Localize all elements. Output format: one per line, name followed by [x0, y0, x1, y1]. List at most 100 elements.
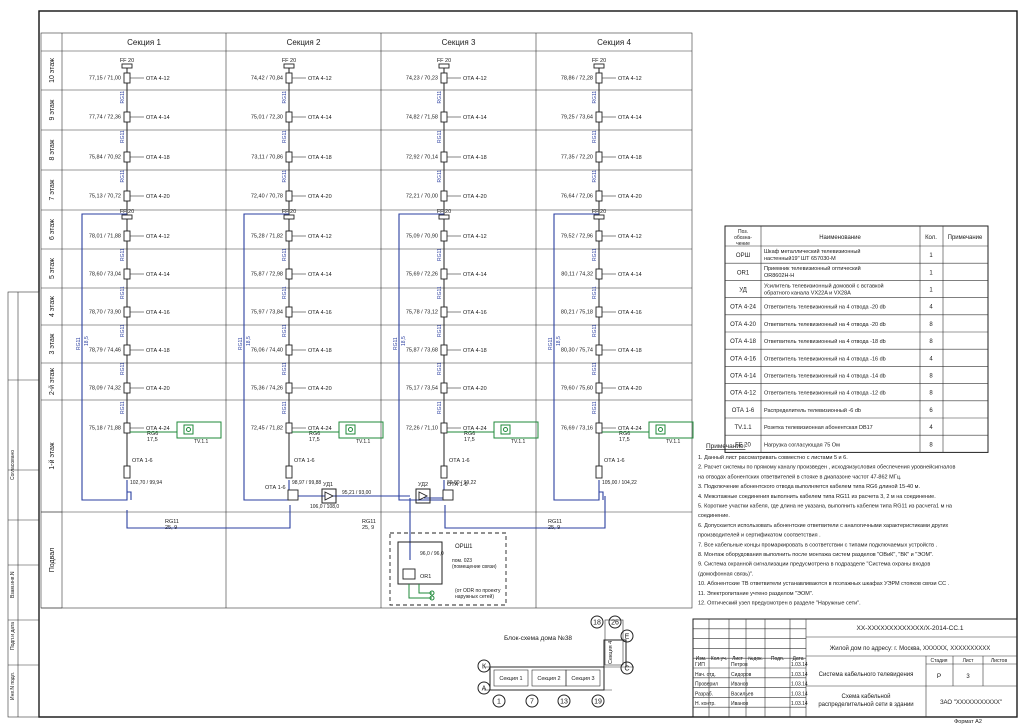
- floor-label: 3 этаж: [49, 333, 56, 354]
- tap-device: [285, 230, 293, 242]
- tap-label: ОТА 4-14: [463, 115, 487, 121]
- spec-name: Розетка телевизионная абонентская DB17: [764, 425, 873, 431]
- signal-level: 78,86 / 72,28: [561, 76, 593, 82]
- tap-label: ОТА 4-14: [146, 272, 170, 278]
- notes-block: Примечание: 1. Данный лист рассматривать …: [698, 443, 955, 607]
- ff20-label: FF 20: [120, 58, 134, 64]
- tap-label: ОТА 4-14: [618, 272, 642, 278]
- spec-qty: 8: [929, 391, 933, 397]
- cable-label: RG11: [120, 362, 126, 375]
- side-label: Согласовано: [10, 450, 16, 480]
- outlet-box: [183, 424, 194, 435]
- cable-label: 18,5: [401, 336, 407, 346]
- signal-level: 79,52 / 72,96: [561, 234, 593, 240]
- tap-device: [123, 72, 131, 84]
- tap-device: [123, 230, 131, 242]
- signal-level: 72,40 / 70,78: [251, 194, 283, 200]
- note-line: 8. Монтаж оборудования выполнить после м…: [698, 552, 934, 558]
- cable-label: RG11: [592, 248, 598, 261]
- tap-label: ОТА 4-12: [146, 76, 170, 82]
- ff20-label: FF 20: [437, 58, 451, 64]
- cable-label: RG11: [282, 362, 288, 375]
- trunk-label: 25, 9: [548, 525, 560, 531]
- block-section-label: Секция 1: [499, 676, 522, 682]
- spec-pos: ОТА 4-20: [730, 322, 756, 328]
- role-label: Нач. отд.: [695, 672, 716, 678]
- tap-label: ОТА 4-20: [463, 386, 487, 392]
- title-col-header: №док.: [748, 656, 763, 662]
- tap-device: [285, 151, 293, 163]
- tap-device: [440, 190, 448, 202]
- signal-level: 77,74 / 72,36: [89, 115, 121, 121]
- floor-label: 1-й этаж: [48, 442, 56, 470]
- outlet-label: TV.1.1: [194, 439, 208, 445]
- spec-qty: 8: [929, 442, 933, 448]
- title-col-header: Кол.уч.: [711, 656, 727, 662]
- floor-label: 6 этаж: [49, 219, 56, 240]
- block-section-label: Секция 4: [608, 641, 614, 664]
- tap-label: ОТА 4-18: [463, 155, 487, 161]
- axis-label: 18: [593, 620, 601, 627]
- spec-qty: 1: [929, 288, 933, 294]
- spec-qty: 4: [929, 356, 933, 362]
- outlet-icon: [348, 427, 353, 432]
- tap-label: ОТА 4-20: [463, 194, 487, 200]
- person-name: Петров: [731, 662, 748, 668]
- section-header: Секция 4: [597, 38, 631, 47]
- tap-device: [123, 151, 131, 163]
- tap-device: [595, 190, 603, 202]
- section-header: Секция 3: [442, 38, 476, 47]
- floor-label: 5 этаж: [49, 258, 56, 279]
- side-label: Взам.инв.N: [10, 571, 16, 598]
- spec-pos: ОТА 4-12: [730, 391, 756, 397]
- spec-pos: ОРШ: [736, 253, 750, 259]
- tap-device: [440, 306, 448, 318]
- tap-label: ОТА 4-18: [618, 348, 642, 354]
- tap-label: ОТА 4-20: [618, 386, 642, 392]
- outlet-icon: [186, 427, 191, 432]
- tap-label: ОТА 4-20: [308, 386, 332, 392]
- section-header: Секция 1: [127, 38, 161, 47]
- splitter-label: ОТА 1-6: [265, 485, 286, 491]
- title-col-header: Подп.: [771, 656, 784, 662]
- floor-label: 10 этаж: [49, 58, 56, 83]
- signal-level: 74,42 / 70,84: [251, 76, 283, 82]
- cable-label: 18,5: [84, 336, 90, 346]
- riser-section-3: RG11 18,5FF 20FF 2074,23 / 70,23 ОТА 4-12R…: [393, 58, 539, 501]
- tap-device: [440, 422, 448, 434]
- splitter-label: ОТА 1-6: [604, 458, 625, 464]
- outlet-box: [500, 424, 511, 435]
- tap-device: [440, 151, 448, 163]
- spec-qty: 1: [929, 270, 933, 276]
- signal-level: 75,17 / 73,54: [406, 386, 438, 392]
- signal-level: 75,28 / 71,82: [251, 234, 283, 240]
- tap-device: [123, 344, 131, 356]
- rg6-length: 17,5: [147, 437, 158, 443]
- sheet-value: 3: [966, 674, 970, 680]
- company-name: ЗАО "XXXXXXXXXXX": [940, 700, 1002, 706]
- cable-label: RG11: [282, 324, 288, 337]
- signal-level: 80,11 / 74,32: [561, 272, 593, 278]
- tap-device: [285, 268, 293, 280]
- spec-qty: 4: [929, 425, 933, 431]
- tap-device: [285, 306, 293, 318]
- or1-label: OR1: [420, 574, 431, 580]
- spec-pos: ОТА 4-24: [730, 305, 756, 311]
- cable-label: RG11: [592, 324, 598, 337]
- sign-date: 1.03.14: [791, 662, 808, 668]
- tap-label: ОТА 4-12: [463, 234, 487, 240]
- cable-label: RG11: [282, 170, 288, 183]
- stage-header: Стадия: [930, 658, 947, 664]
- amplifier-level: 95,21 / 93,00: [342, 490, 371, 496]
- floor-label: 7 этаж: [49, 179, 56, 200]
- riser-section-2: RG11 18,5FF 20FF 2074,42 / 70,84 ОТА 4-12R…: [238, 58, 384, 501]
- person-name: Сидоров: [731, 672, 752, 678]
- cable-label: RG11: [437, 170, 443, 183]
- spec-name: Ответвитель телевизионный на 4 отвода -2…: [764, 304, 886, 311]
- signal-level: 72,21 / 70,00: [406, 194, 438, 200]
- tap-device: [123, 306, 131, 318]
- spec-pos: ОТА 4-16: [730, 356, 756, 362]
- tap-device: [595, 382, 603, 394]
- outer-frame: [38, 10, 1018, 718]
- cable-label: RG11: [120, 324, 126, 337]
